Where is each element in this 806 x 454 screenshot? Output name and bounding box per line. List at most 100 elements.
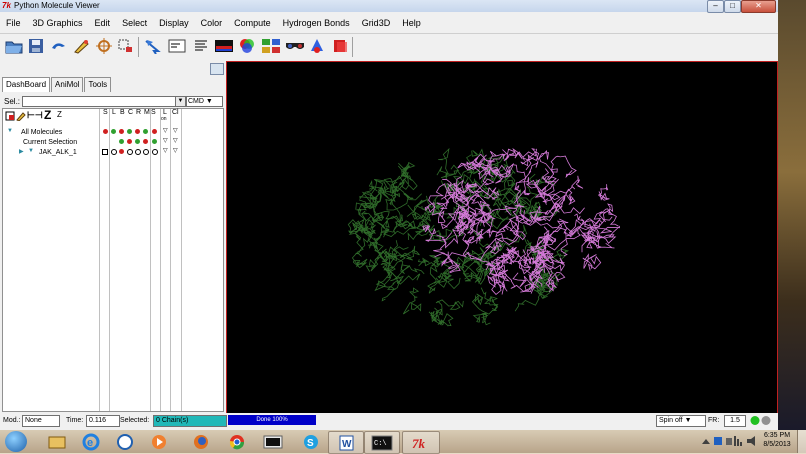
msms-toggle[interactable] [143, 139, 148, 144]
cpk-toggle[interactable] [127, 129, 132, 134]
surface-toggle[interactable] [152, 129, 157, 134]
ribbon-toggle[interactable] [135, 139, 140, 144]
bonds-toggle[interactable] [119, 149, 124, 154]
tree-all-molecules[interactable]: All Molecules [21, 129, 62, 136]
taskbar-media-player[interactable] [142, 431, 176, 452]
lines-radio[interactable] [111, 149, 117, 155]
text-editor-icon[interactable] [191, 36, 211, 56]
pencil-icon[interactable] [72, 36, 92, 56]
distance-icon[interactable]: ⊢⊣ [27, 110, 43, 121]
clock-time: 6:35 PM [763, 432, 791, 439]
menu-hydrogen-bonds[interactable]: Hydrogen Bonds [277, 18, 356, 28]
menu-color[interactable]: Color [195, 18, 229, 28]
progress-bar: Done 100% [228, 415, 316, 425]
zoom-z-icon[interactable]: Z [44, 108, 51, 122]
window-title: Python Molecule Viewer [14, 1, 100, 10]
menu-help[interactable]: Help [396, 18, 427, 28]
taskbar-firefox[interactable] [184, 431, 218, 452]
selection-dropdown-button[interactable]: ▼ [175, 96, 186, 107]
svg-text:C:\: C:\ [374, 440, 387, 448]
taskbar-word[interactable]: W [328, 431, 364, 454]
start-button[interactable] [5, 431, 27, 452]
msms-radio[interactable] [143, 149, 149, 155]
open-folder-icon[interactable] [4, 36, 24, 56]
svg-text:W: W [342, 439, 352, 450]
taskbar-pmv[interactable]: 7k [402, 431, 440, 454]
query-icon[interactable] [307, 36, 327, 56]
menu-select[interactable]: Select [116, 18, 153, 28]
undo-icon[interactable] [48, 36, 68, 56]
cpk-radio[interactable] [127, 149, 133, 155]
taskbar-chrome[interactable] [220, 431, 254, 452]
layers-icon[interactable] [330, 36, 350, 56]
tray-icons[interactable] [700, 432, 762, 450]
cmd-select-value: CMD [188, 98, 204, 105]
3d-viewer[interactable] [226, 61, 778, 414]
tree-current-selection[interactable]: Current Selection [23, 139, 77, 146]
molecule-tree-icon[interactable] [261, 36, 281, 56]
menu-3d-graphics[interactable]: 3D Graphics [27, 18, 89, 28]
selection-input[interactable] [22, 96, 176, 107]
tab-tools[interactable]: Tools [84, 77, 112, 92]
taskbar-dell[interactable] [108, 431, 142, 452]
eraser-icon[interactable] [5, 111, 15, 121]
show-toggle[interactable] [103, 129, 108, 134]
menu-edit[interactable]: Edit [89, 18, 117, 28]
surface-radio[interactable] [152, 149, 158, 155]
taskbar-terminal[interactable] [256, 431, 290, 452]
taskbar-explorer[interactable] [40, 431, 74, 452]
bonds-toggle[interactable] [119, 129, 124, 134]
console-icon[interactable] [167, 36, 187, 56]
label-toggle[interactable]: ▽ [163, 137, 168, 144]
msms-toggle[interactable] [143, 129, 148, 134]
stereo-glasses-icon[interactable] [285, 36, 305, 56]
svg-text:7k: 7k [412, 436, 426, 451]
show-desktop-button[interactable] [797, 430, 806, 453]
collapse-icon[interactable]: ▶ [19, 148, 24, 155]
dashboard-toggle-icon[interactable] [210, 63, 224, 75]
minimize-button[interactable]: – [707, 0, 724, 13]
molecule-chain-pink [422, 147, 620, 295]
surface-toggle[interactable] [152, 139, 157, 144]
save-icon[interactable] [26, 36, 46, 56]
close-button[interactable]: ✕ [741, 0, 776, 13]
cmd-select[interactable]: CMD ▼ [186, 96, 223, 107]
expand-icon[interactable]: ▼ [7, 128, 13, 134]
center-icon[interactable] [94, 36, 114, 56]
show-checkbox[interactable] [102, 149, 108, 155]
color-by-icon[interactable] [237, 36, 257, 56]
taskbar-skype[interactable]: S [294, 431, 328, 452]
tab-animol[interactable]: AniMol [51, 77, 84, 92]
color-toggle[interactable]: ▽ [173, 147, 178, 154]
pencil-small-icon[interactable] [16, 111, 26, 121]
label-toggle[interactable]: ▽ [163, 147, 168, 154]
ribbon-radio[interactable] [135, 149, 141, 155]
bonds-toggle[interactable] [119, 139, 124, 144]
menu-file[interactable]: File [0, 18, 27, 28]
pick-icon[interactable] [143, 36, 163, 56]
select-icon[interactable] [116, 36, 136, 56]
col-l2: L [163, 109, 167, 116]
menu-compute[interactable]: Compute [228, 18, 277, 28]
tab-dashboard[interactable]: DashBoard [2, 77, 51, 92]
cpk-toggle[interactable] [127, 139, 132, 144]
color-toggle[interactable]: ▽ [173, 127, 178, 134]
menu-display[interactable]: Display [153, 18, 195, 28]
menu-grid3d[interactable]: Grid3D [356, 18, 397, 28]
svg-text:e: e [87, 437, 93, 449]
molecule-render [347, 147, 620, 327]
label-toggle[interactable]: ▽ [163, 127, 168, 134]
ribbon-toggle[interactable] [135, 129, 140, 134]
lines-toggle[interactable] [111, 129, 116, 134]
spectrum-icon[interactable] [214, 36, 234, 56]
frame-rate-field[interactable]: 1.5 [724, 415, 746, 427]
zoom-z-small-icon[interactable]: Z [57, 110, 62, 119]
taskbar-cmd[interactable]: C:\ [364, 431, 400, 454]
taskbar-internet-explorer[interactable]: e [74, 431, 108, 452]
maximize-button[interactable]: □ [724, 0, 741, 13]
spin-select[interactable]: Spin off ▼ [656, 415, 706, 427]
tree-molecule-jak-alk-1[interactable]: JAK_ALK_1 [39, 149, 77, 156]
color-toggle[interactable]: ▽ [173, 137, 178, 144]
system-clock[interactable]: 6:35 PM 8/5/2013 [760, 431, 794, 449]
col-m: M [144, 109, 150, 116]
